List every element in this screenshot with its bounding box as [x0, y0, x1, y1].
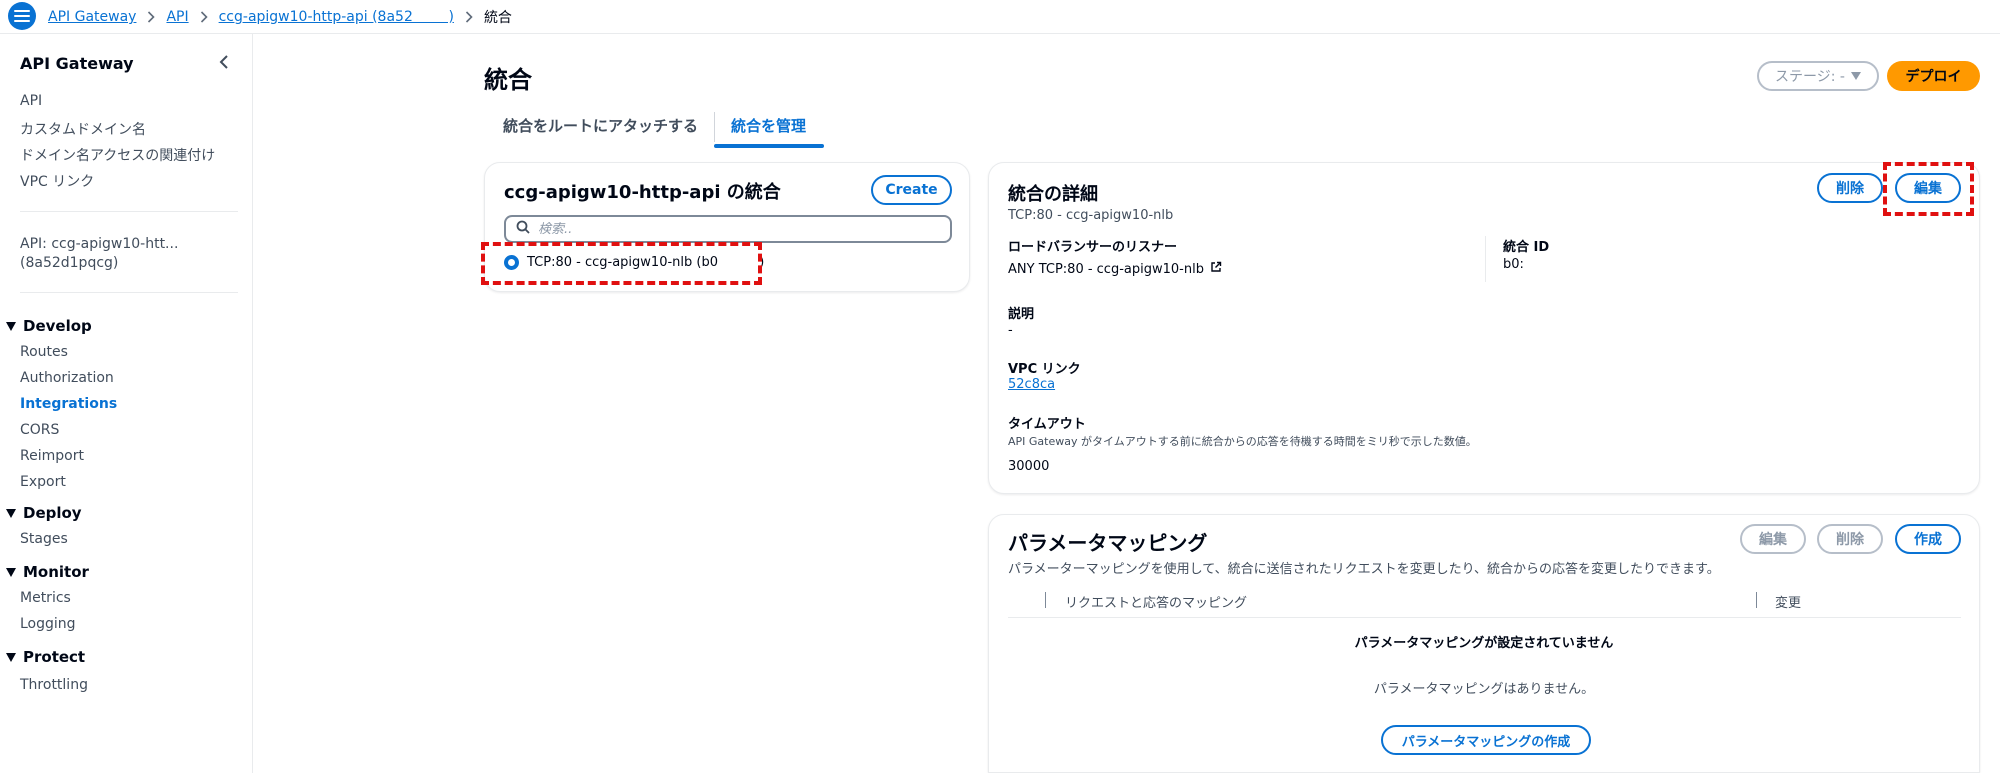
breadcrumb-api-name[interactable]: ccg-apigw10-http-api (8a52 )	[219, 9, 454, 25]
stage-select-label: ステージ: -	[1775, 69, 1845, 85]
external-link-icon[interactable]	[1210, 261, 1222, 277]
caret-down-icon	[6, 567, 16, 577]
sidebar-section-label: Deploy	[23, 504, 82, 522]
sidebar-section-develop[interactable]: Develop	[6, 317, 92, 335]
create-button[interactable]: Create	[871, 175, 952, 205]
column-separator	[1045, 592, 1046, 608]
sidebar-divider	[20, 211, 238, 212]
integrations-panel-title: ccg-apigw10-http-api の統合	[504, 182, 781, 203]
sidebar-section-monitor[interactable]: Monitor	[6, 563, 89, 581]
sidebar: API Gateway API カスタムドメイン名 ドメイン名アクセスの関連付け…	[0, 34, 253, 773]
search-field[interactable]	[504, 215, 952, 243]
search-input[interactable]	[538, 221, 938, 237]
integration-details-panel: 統合の詳細 TCP:80 - ccg-apigw10-nlb 削除 編集 ロード…	[988, 162, 1980, 494]
description-value: -	[1008, 323, 1013, 338]
empty-state-title: パラメータマッピングが設定されていません	[1354, 636, 1614, 651]
table-header-divider	[1008, 617, 1961, 618]
sidebar-title: API Gateway	[20, 54, 134, 73]
sidebar-section-label: Monitor	[23, 563, 89, 581]
mapping-edit-button[interactable]: 編集	[1740, 524, 1806, 554]
sidebar-section-label: Protect	[23, 648, 86, 666]
sidebar-item-export[interactable]: Export	[20, 474, 66, 490]
search-icon	[516, 220, 530, 238]
integration-id-label: 統合 ID	[1503, 240, 1550, 255]
mapping-description: パラメーターマッピングを使用して、統合に送信されたリクエストを変更したり、統合か…	[1008, 562, 1720, 577]
active-tab-indicator	[714, 144, 824, 148]
integration-id-value: b0:	[1503, 257, 1524, 272]
parameter-mapping-panel: パラメータマッピング 編集 削除 作成 パラメーターマッピングを使用して、統合に…	[988, 514, 1980, 773]
sidebar-item-cors[interactable]: CORS	[20, 422, 59, 438]
mapping-panel-title: パラメータマッピング	[1008, 531, 1208, 555]
chevron-right-icon	[147, 11, 156, 23]
sidebar-section-label: Develop	[23, 317, 92, 335]
delete-button[interactable]: 削除	[1817, 173, 1883, 203]
highlight-box-edit	[1883, 162, 1974, 216]
listener-label: ロードバランサーのリスナー	[1008, 240, 1178, 255]
mapping-delete-button[interactable]: 削除	[1817, 524, 1883, 554]
timeout-label: タイムアウト	[1008, 417, 1086, 432]
sidebar-item-custom-domain[interactable]: カスタムドメイン名	[20, 119, 146, 139]
sidebar-item-api[interactable]: API	[20, 93, 42, 109]
mapping-create-button[interactable]: 作成	[1895, 524, 1961, 554]
tab-manage-integrations[interactable]: 統合を管理	[731, 115, 806, 136]
sidebar-divider	[20, 292, 238, 293]
sidebar-item-vpc-link[interactable]: VPC リンク	[20, 171, 94, 191]
sidebar-api-id: (8a52d1pqcg)	[20, 255, 119, 271]
timeout-value: 30000	[1008, 459, 1050, 474]
tabs: 統合をルートにアタッチする 統合を管理	[484, 110, 1980, 148]
caret-down-icon	[6, 652, 16, 662]
breadcrumb: API Gateway API ccg-apigw10-http-api (8a…	[48, 7, 512, 27]
column-header-change: 変更	[1775, 596, 1802, 611]
column-header-mapping: リクエストと応答のマッピング	[1065, 596, 1248, 611]
breadcrumb-current: 統合	[483, 10, 512, 26]
column-separator	[1756, 592, 1757, 608]
caret-down-icon	[6, 321, 16, 331]
sidebar-item-metrics[interactable]: Metrics	[20, 590, 71, 606]
page-title: 統合	[484, 66, 532, 94]
sidebar-api-context[interactable]: API: ccg-apigw10-htt... (8a52d1pqcg)	[20, 235, 178, 273]
listener-value-text: ANY TCP:80 - ccg-apigw10-nlb	[1008, 261, 1204, 277]
stage-select[interactable]: ステージ: -	[1757, 61, 1879, 91]
breadcrumb-api[interactable]: API	[166, 9, 188, 25]
sidebar-item-stages[interactable]: Stages	[20, 531, 68, 547]
highlight-box-integration	[481, 242, 762, 285]
vpc-link-label: VPC リンク	[1008, 362, 1081, 377]
tab-attach-to-routes[interactable]: 統合をルートにアタッチする	[503, 115, 698, 136]
sidebar-item-logging[interactable]: Logging	[20, 616, 76, 632]
chevron-right-icon	[465, 11, 473, 23]
caret-down-icon	[1850, 68, 1861, 84]
sidebar-api-name: API: ccg-apigw10-htt...	[20, 236, 179, 252]
sidebar-item-reimport[interactable]: Reimport	[20, 448, 84, 464]
tab-divider	[714, 112, 715, 142]
chevron-right-icon	[200, 11, 208, 23]
details-panel-title: 統合の詳細	[1008, 184, 1098, 205]
breadcrumb-bar: API Gateway API ccg-apigw10-http-api (8a…	[0, 0, 2000, 34]
timeout-help: API Gateway がタイムアウトする前に統合からの応答を待機する時間をミリ…	[1008, 435, 1477, 448]
sidebar-item-throttling[interactable]: Throttling	[20, 677, 88, 693]
description-label: 説明	[1008, 307, 1035, 322]
sidebar-item-domain-access[interactable]: ドメイン名アクセスの関連付け	[20, 145, 215, 165]
create-mapping-button[interactable]: パラメータマッピングの作成	[1381, 725, 1591, 755]
vpc-link-value[interactable]: 52c8ca	[1008, 377, 1055, 392]
empty-state-body: パラメータマッピングはありません。	[1373, 682, 1595, 697]
sidebar-item-authorization[interactable]: Authorization	[20, 370, 114, 386]
breadcrumb-api-gateway[interactable]: API Gateway	[48, 9, 136, 25]
listener-value: ANY TCP:80 - ccg-apigw10-nlb	[1008, 261, 1222, 277]
sidebar-item-routes[interactable]: Routes	[20, 344, 68, 360]
column-divider	[1485, 236, 1486, 282]
sidebar-section-protect[interactable]: Protect	[6, 648, 85, 666]
caret-down-icon	[6, 508, 16, 518]
details-subtitle: TCP:80 - ccg-apigw10-nlb	[1008, 208, 1174, 223]
sidebar-section-deploy[interactable]: Deploy	[6, 504, 82, 522]
menu-icon[interactable]	[8, 2, 36, 30]
close-sidebar-icon[interactable]	[218, 54, 230, 74]
deploy-button[interactable]: デプロイ	[1887, 61, 1980, 91]
sidebar-item-integrations[interactable]: Integrations	[20, 396, 117, 412]
